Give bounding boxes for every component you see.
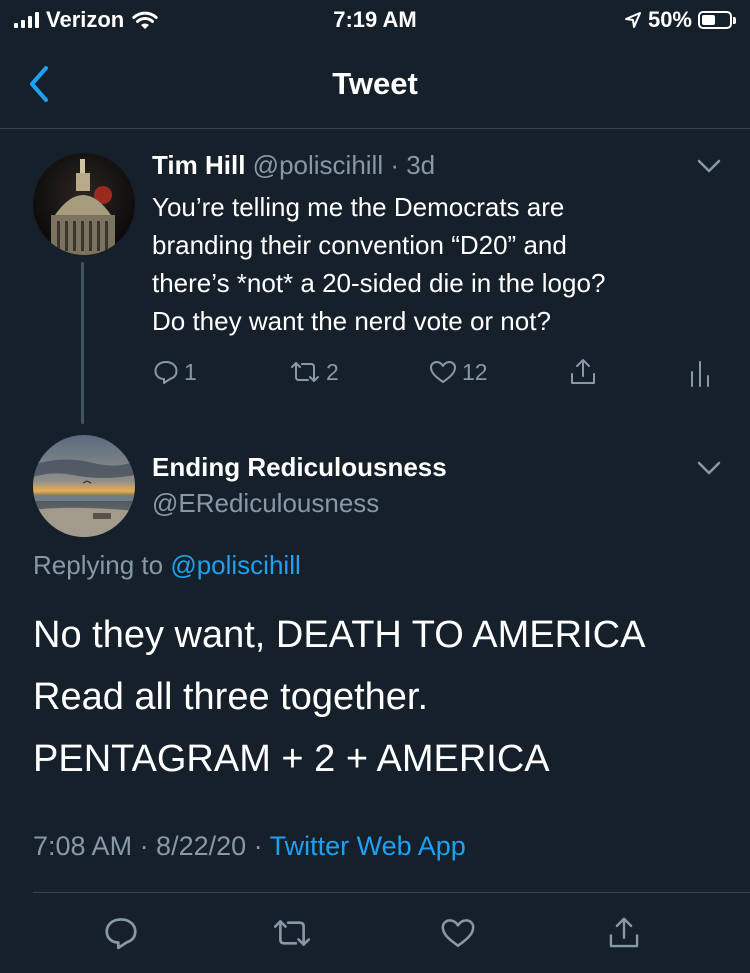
parent-tweet-header: Tim Hill @poliscihill · 3d [152,150,435,181]
heart-icon [430,361,456,383]
divider [33,892,750,893]
retweet-icon [291,362,319,382]
like-count: 12 [462,358,488,385]
battery-percent: 50% [647,7,692,32]
tweet-source-link[interactable]: Twitter Web App [270,831,466,861]
retweet-count: 2 [326,358,339,385]
reply-icon [154,361,178,384]
share-icon [571,359,595,384]
heart-icon [441,919,475,947]
reply-button[interactable]: 1 [152,358,197,386]
like-button[interactable]: 12 [428,358,488,386]
status-bar: Verizon 7:19 AM 50% [0,0,750,40]
battery-icon [698,11,732,29]
parent-tweet-line: You’re telling me the Democrats are [152,192,565,222]
share-button[interactable] [605,914,643,952]
parent-tweet-line: there’s *not* a 20-sided die in the logo… [152,268,606,298]
author-handle[interactable]: @ERediculousness [152,488,379,519]
like-button[interactable] [439,914,477,952]
analytics-button[interactable] [688,358,712,388]
thread-connector-line [81,262,84,424]
retweet-icon [273,920,311,946]
battery-cap [733,16,736,24]
status-right: 50% [624,7,736,33]
parent-tweet-line: Do they want the nerd vote or not? [152,306,551,336]
analytics-icon [691,361,709,387]
parent-author-name[interactable]: Tim Hill [152,150,245,180]
share-button[interactable] [567,356,599,388]
page-title: Tweet [332,66,418,101]
tweet-line: No they want, DEATH TO AMERICA [33,614,646,656]
capitol-dome-image [33,153,135,255]
reply-icon [105,918,137,950]
author-name[interactable]: Ending Rediculousness [152,452,447,483]
tweet-line: PENTAGRAM + 2 + AMERICA [33,738,550,780]
tweet-metadata: 7:08 AM · 8/22/20 · Twitter Web App [33,831,466,862]
parent-tweet-text: You’re telling me the Democrats are bran… [152,188,727,340]
chevron-down-icon[interactable] [696,158,722,174]
tweet-text: No they want, DEATH TO AMERICA Read all … [33,604,645,790]
location-arrow-icon [624,12,641,28]
replying-to-link[interactable]: @poliscihill [170,550,300,580]
retweet-button[interactable] [270,914,314,952]
nav-bar: Tweet [0,40,750,129]
tweet-timestamp: 7:08 AM · 8/22/20 · [33,831,263,861]
parent-tweet-time: · 3d [390,150,436,180]
parent-author-handle[interactable]: @poliscihill [253,150,383,180]
avatar-ending-rediculousness[interactable] [33,435,135,537]
reply-button[interactable] [102,914,140,952]
tweet-line: Read all three together. [33,676,429,718]
chevron-down-icon[interactable] [696,460,722,476]
battery-fill [702,15,715,25]
replying-to: Replying to @poliscihill [33,550,301,581]
parent-tweet-line: branding their convention “D20” and [152,230,567,260]
share-icon [609,917,639,948]
beach-sunrise-image [33,435,135,537]
retweet-button[interactable]: 2 [288,358,339,386]
reply-count: 1 [184,358,197,385]
replying-to-label: Replying to [33,550,164,580]
avatar-tim-hill[interactable] [33,153,135,255]
